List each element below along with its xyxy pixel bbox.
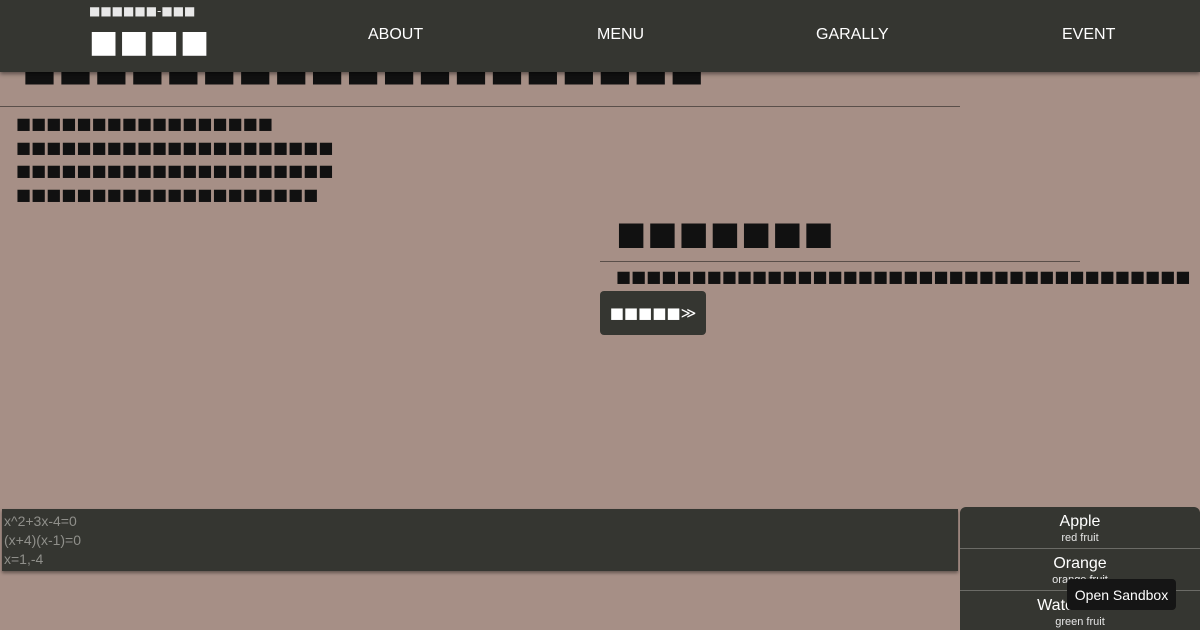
list-item-apple[interactable]: Apple red fruit bbox=[960, 507, 1200, 549]
site-header: ■■■■■■-■■■ ■■■■ ABOUT MENU GARALLY EVENT bbox=[0, 0, 1200, 72]
nav-about[interactable]: ABOUT bbox=[368, 26, 423, 44]
math-line: (x+4)(x-1)=0 bbox=[4, 532, 82, 548]
math-line: x=1,-4 bbox=[4, 551, 44, 567]
intro-line: ■■■■■■■■■■■■■■■■■■■■■ bbox=[16, 161, 334, 180]
list-item-desc: green fruit bbox=[1055, 616, 1105, 628]
intro-line: ■■■■■■■■■■■■■■■■■ bbox=[16, 114, 273, 133]
open-sandbox-button[interactable]: Open Sandbox bbox=[1067, 579, 1176, 610]
brand-subtitle: ■■■■■■-■■■ bbox=[89, 4, 196, 18]
divider bbox=[0, 106, 960, 107]
read-more-button[interactable]: ■■■■■≫ bbox=[600, 291, 706, 335]
fruit-list: Apple red fruit Orange orange fruit Wate… bbox=[960, 507, 1200, 630]
nav-menu[interactable]: MENU bbox=[597, 26, 644, 44]
list-item-title: Orange bbox=[1053, 555, 1107, 572]
math-line: x^2+3x-4=0 bbox=[4, 513, 77, 529]
nav-garally[interactable]: GARALLY bbox=[816, 26, 889, 44]
brand-title[interactable]: ■■■■ bbox=[89, 24, 210, 60]
intro-line: ■■■■■■■■■■■■■■■■■■■■■ bbox=[16, 137, 334, 157]
math-panel: x^2+3x-4=0 (x+4)(x-1)=0 x=1,-4 bbox=[2, 509, 958, 571]
list-item-desc: red fruit bbox=[1061, 532, 1099, 544]
intro-line: ■■■■■■■■■■■■■■■■■■■■ bbox=[16, 184, 319, 204]
nav-event[interactable]: EVENT bbox=[1062, 26, 1115, 44]
section-text: ■■■■■■■■■■■■■■■■■■■■■■■■■■■■■■■■■■■■■■ bbox=[616, 267, 1191, 286]
list-item-title: Apple bbox=[1059, 513, 1101, 530]
section-title: ■■■■■■■ bbox=[616, 214, 835, 252]
intro-text: ■■■■■■■■■■■■■■■■■ ■■■■■■■■■■■■■■■■■■■■■ … bbox=[16, 112, 333, 206]
section-divider bbox=[600, 261, 1080, 262]
